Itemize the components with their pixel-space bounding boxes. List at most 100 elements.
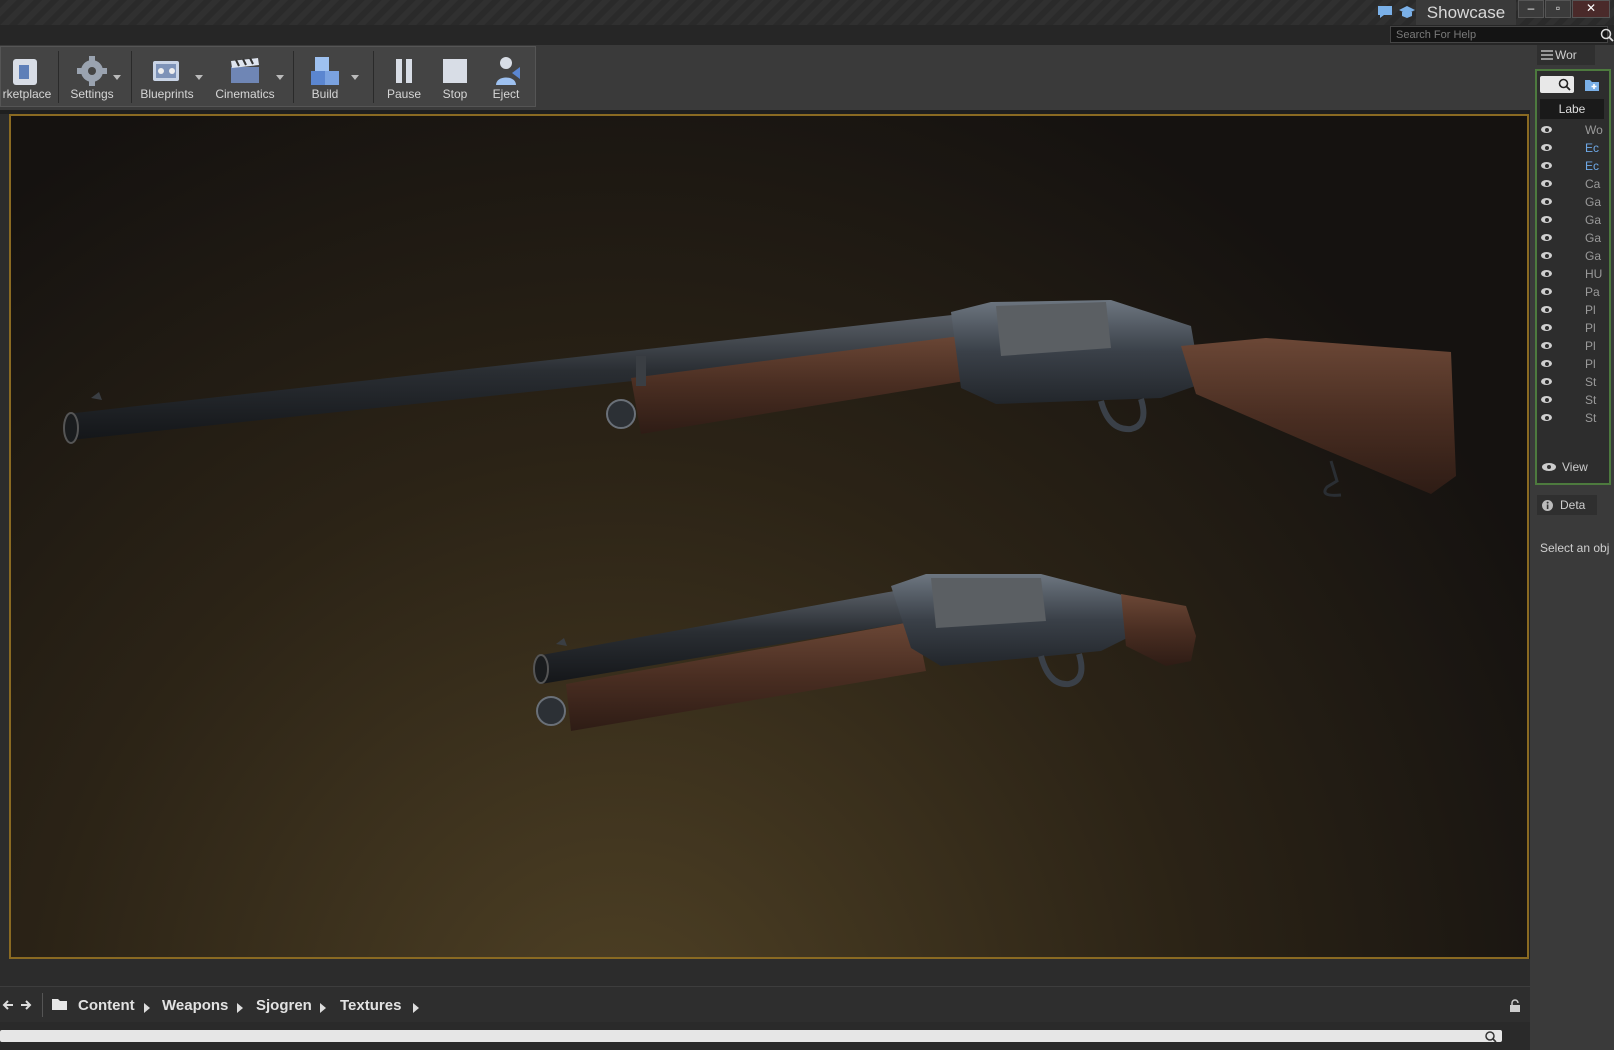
back-arrow-icon[interactable] [2, 999, 14, 1011]
outliner-row[interactable]: Pl [1537, 355, 1611, 373]
outliner-row-label: HU [1585, 267, 1603, 281]
outliner-row[interactable]: Ga [1537, 211, 1611, 229]
eye-icon[interactable] [1541, 270, 1552, 277]
help-search-input[interactable]: Search For Help [1390, 26, 1608, 43]
level-viewport[interactable] [9, 114, 1529, 959]
graduation-cap-icon[interactable] [1398, 4, 1416, 20]
outliner-row[interactable]: Ec [1537, 139, 1611, 157]
outliner-row-label: Ga [1585, 249, 1602, 263]
eye-icon[interactable] [1541, 126, 1552, 133]
settings-dropdown-icon[interactable] [113, 75, 121, 80]
blueprints-dropdown-icon[interactable] [195, 75, 203, 80]
outliner-row[interactable]: Ga [1537, 247, 1611, 265]
eye-icon[interactable] [1541, 162, 1552, 169]
outliner-row-label: Ca [1585, 177, 1601, 191]
pause-button[interactable]: Pause [381, 49, 427, 105]
maximize-button[interactable]: ▫ [1545, 0, 1571, 18]
eye-icon[interactable] [1541, 252, 1552, 259]
gear-icon [77, 56, 107, 86]
outliner-row-label: Pa [1585, 285, 1600, 299]
list-icon [1541, 50, 1553, 60]
outliner-row-label: St [1585, 411, 1597, 425]
outliner-row[interactable]: Pa [1537, 283, 1611, 301]
build-dropdown-icon[interactable] [351, 75, 359, 80]
breadcrumb-textures[interactable]: Textures [340, 997, 401, 1014]
stop-button[interactable]: Stop [433, 49, 477, 105]
forward-arrow-icon[interactable] [20, 999, 32, 1011]
eye-icon[interactable] [1541, 180, 1552, 187]
breadcrumb-content[interactable]: Content [78, 997, 135, 1014]
project-name: Showcase [1416, 0, 1516, 25]
search-icon[interactable] [1558, 78, 1571, 91]
breadcrumb-weapons[interactable]: Weapons [162, 997, 228, 1014]
search-icon[interactable] [1600, 28, 1614, 42]
cinematics-dropdown-icon[interactable] [276, 75, 284, 80]
marketplace-icon [13, 59, 37, 85]
view-options-button[interactable]: View [1562, 460, 1588, 474]
title-bar [0, 0, 1614, 25]
eye-icon[interactable] [1541, 378, 1552, 385]
stop-icon [443, 59, 467, 83]
outliner-row[interactable]: Wo [1537, 121, 1611, 139]
breadcrumb-sjogren[interactable]: Sjogren [256, 997, 312, 1014]
add-folder-icon[interactable] [1584, 77, 1600, 92]
cinematics-button[interactable]: Cinematics [211, 49, 279, 105]
marketplace-label: rketplace [2, 87, 52, 101]
outliner-row-label: Pl [1585, 321, 1596, 335]
outliner-row[interactable]: Pl [1537, 337, 1611, 355]
outliner-row[interactable]: Ec [1537, 157, 1611, 175]
eye-icon[interactable] [1541, 342, 1552, 349]
outliner-row-label: St [1585, 393, 1597, 407]
outliner-row[interactable]: St [1537, 409, 1611, 427]
eye-icon[interactable] [1541, 306, 1552, 313]
breadcrumb-separator-icon[interactable] [413, 1003, 419, 1013]
outliner-row[interactable]: Ca [1537, 175, 1611, 193]
chat-bubble-icon[interactable] [1376, 4, 1394, 20]
outliner-row[interactable]: Pl [1537, 319, 1611, 337]
eye-icon[interactable] [1541, 396, 1552, 403]
outliner-row[interactable]: St [1537, 391, 1611, 409]
eye-icon[interactable] [1541, 198, 1552, 205]
outliner-row-label: Ec [1585, 159, 1600, 173]
asset-search-input[interactable] [0, 1030, 1502, 1042]
build-button[interactable]: Build [297, 49, 353, 105]
outliner-row[interactable]: St [1537, 373, 1611, 391]
settings-label: Settings [70, 87, 114, 101]
outliner-row[interactable]: HU [1537, 265, 1611, 283]
outliner-label-column-header[interactable]: Labe [1540, 99, 1604, 119]
eye-icon[interactable] [1541, 414, 1552, 421]
blueprints-button[interactable]: Blueprints [135, 49, 199, 105]
folder-icon [52, 999, 67, 1010]
eye-icon[interactable] [1541, 216, 1552, 223]
eject-label: Eject [492, 87, 520, 101]
close-button[interactable]: ✕ [1572, 0, 1610, 18]
eye-icon[interactable] [1541, 360, 1552, 367]
outliner-row-label: Wo [1585, 123, 1603, 137]
breadcrumb-separator-icon[interactable] [144, 1003, 150, 1013]
outliner-row-label: Ec [1585, 141, 1600, 155]
content-browser-header [0, 959, 1530, 986]
eye-icon[interactable] [1541, 144, 1552, 151]
breadcrumb-separator-icon[interactable] [237, 1003, 243, 1013]
details-empty-message: Select an obj [1540, 541, 1610, 555]
search-icon[interactable] [1485, 1031, 1497, 1043]
build-blocks-icon [311, 57, 339, 85]
lock-icon[interactable] [1508, 999, 1522, 1013]
marketplace-button[interactable]: rketplace [1, 49, 53, 105]
eye-icon[interactable] [1541, 324, 1552, 331]
outliner-row[interactable]: Pl [1537, 301, 1611, 319]
cinematics-label: Cinematics [215, 87, 275, 101]
eject-button[interactable]: Eject [483, 49, 529, 105]
breadcrumb-separator-icon[interactable] [320, 1003, 326, 1013]
eye-icon[interactable] [1541, 288, 1552, 295]
content-browser-path-bar: Content Weapons Sjogren Textures [0, 986, 1530, 1023]
pause-icon [396, 59, 412, 83]
outliner-row[interactable]: Ga [1537, 193, 1611, 211]
blueprints-icon [153, 61, 179, 81]
outliner-row[interactable]: Ga [1537, 229, 1611, 247]
minimize-button[interactable]: – [1518, 0, 1544, 18]
info-icon [1542, 500, 1553, 511]
eye-icon[interactable] [1541, 234, 1552, 241]
outliner-row-label: Pl [1585, 339, 1596, 353]
outliner-row-label: Ga [1585, 231, 1602, 245]
